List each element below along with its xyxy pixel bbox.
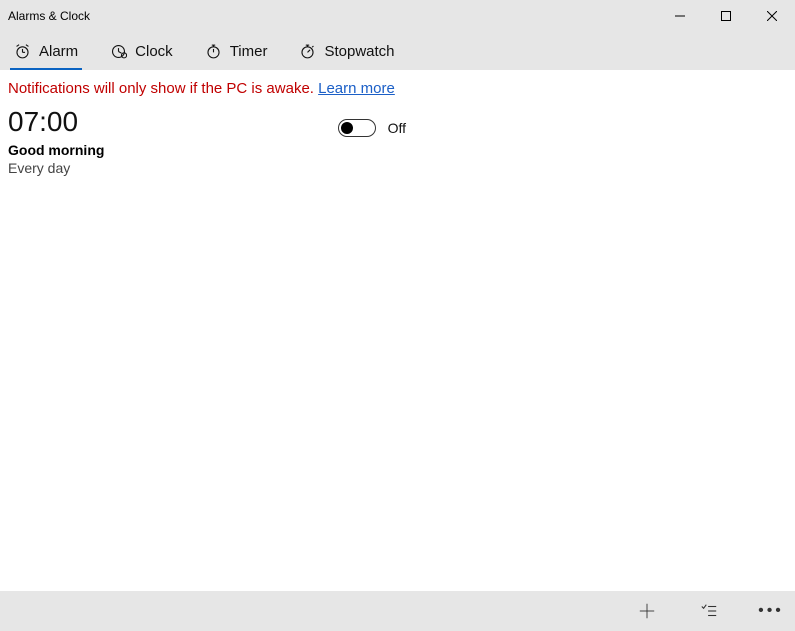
select-icon (700, 602, 718, 620)
alarm-repeat: Every day (8, 160, 104, 176)
tab-clock[interactable]: Clock (108, 32, 175, 70)
alarm-toggle-label: Off (388, 120, 406, 136)
window-title: Alarms & Clock (8, 9, 90, 23)
alarm-info: 07:00 Good morning Every day (8, 107, 104, 176)
close-icon (767, 11, 777, 21)
tab-timer-label: Timer (230, 43, 268, 60)
alarm-icon (14, 43, 31, 60)
minimize-icon (675, 11, 685, 21)
add-alarm-button[interactable] (637, 601, 657, 621)
alarm-item[interactable]: 07:00 Good morning Every day Off (8, 107, 406, 186)
maximize-button[interactable] (703, 0, 749, 32)
tab-stopwatch[interactable]: Stopwatch (297, 32, 396, 70)
tab-clock-label: Clock (135, 43, 173, 60)
plus-icon (638, 602, 656, 620)
stopwatch-icon (299, 43, 316, 60)
window-controls (657, 0, 795, 32)
more-button[interactable]: ••• (761, 601, 781, 621)
maximize-icon (721, 11, 731, 21)
more-icon: ••• (758, 606, 784, 616)
notification-warning: Notifications will only show if the PC i… (8, 80, 787, 97)
alarm-toggle-group: Off (338, 119, 406, 137)
close-button[interactable] (749, 0, 795, 32)
learn-more-link[interactable]: Learn more (318, 80, 395, 97)
titlebar: Alarms & Clock (0, 0, 795, 32)
alarm-toggle[interactable] (338, 119, 376, 137)
alarm-name: Good morning (8, 142, 104, 158)
tab-stopwatch-label: Stopwatch (324, 43, 394, 60)
tab-alarm-label: Alarm (39, 43, 78, 60)
tab-timer[interactable]: Timer (203, 32, 270, 70)
toggle-knob (341, 122, 353, 134)
alarm-time: 07:00 (8, 107, 104, 138)
clock-icon (110, 43, 127, 60)
minimize-button[interactable] (657, 0, 703, 32)
notification-warning-text: Notifications will only show if the PC i… (8, 80, 318, 97)
select-alarms-button[interactable] (699, 601, 719, 621)
timer-icon (205, 43, 222, 60)
command-bar: ••• (0, 591, 795, 631)
tab-bar: Alarm Clock Time (0, 32, 795, 70)
content-area: Notifications will only show if the PC i… (0, 70, 795, 591)
tab-alarm[interactable]: Alarm (12, 32, 80, 70)
